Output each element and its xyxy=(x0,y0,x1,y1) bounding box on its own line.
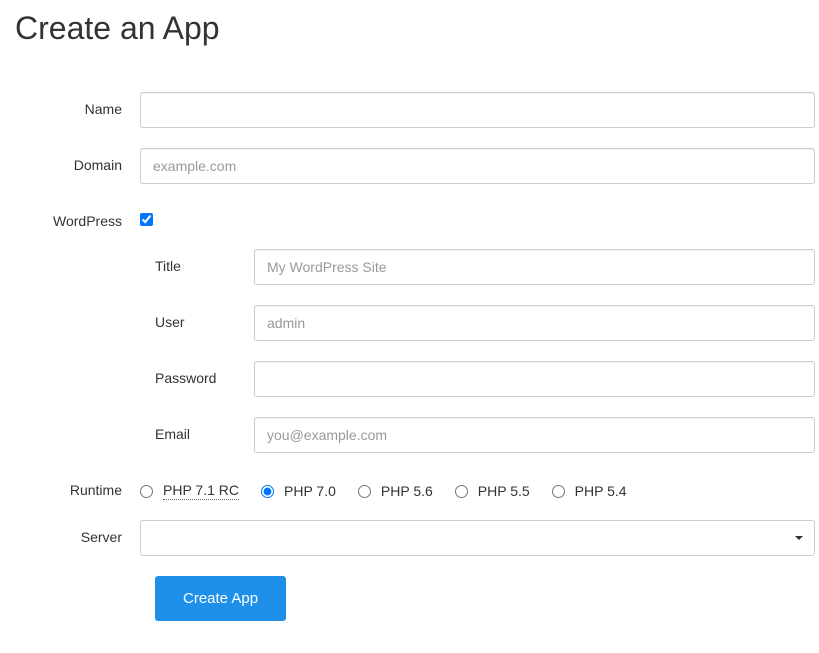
runtime-radio-php70[interactable] xyxy=(261,485,274,498)
runtime-radio-php55[interactable] xyxy=(455,485,468,498)
runtime-radio-label: PHP 5.6 xyxy=(381,483,433,499)
runtime-radio-label: PHP 5.4 xyxy=(575,483,627,499)
runtime-label: Runtime xyxy=(0,473,140,498)
server-label: Server xyxy=(0,520,140,545)
wordpress-checkbox[interactable] xyxy=(140,213,153,226)
domain-input[interactable] xyxy=(140,148,815,184)
runtime-radio-group: PHP 7.1 RC PHP 7.0 PHP 5.6 PHP 5.5 PHP 5… xyxy=(140,473,815,500)
server-select[interactable] xyxy=(140,520,815,556)
name-input[interactable] xyxy=(140,92,815,128)
runtime-radio-label: PHP 7.0 xyxy=(284,483,336,499)
runtime-option-php70[interactable]: PHP 7.0 xyxy=(261,483,336,499)
page-title: Create an App xyxy=(0,0,819,47)
wp-user-input[interactable] xyxy=(254,305,815,341)
wp-title-input[interactable] xyxy=(254,249,815,285)
runtime-radio-label: PHP 5.5 xyxy=(478,483,530,499)
wp-password-label: Password xyxy=(0,361,254,386)
name-label: Name xyxy=(0,92,140,117)
wp-user-label: User xyxy=(0,305,254,330)
wp-title-label: Title xyxy=(0,249,254,274)
wp-password-input[interactable] xyxy=(254,361,815,397)
runtime-radio-php54[interactable] xyxy=(552,485,565,498)
domain-label: Domain xyxy=(0,148,140,173)
runtime-radio-label: PHP 7.1 RC xyxy=(163,482,239,500)
wp-email-label: Email xyxy=(0,417,254,442)
runtime-option-php54[interactable]: PHP 5.4 xyxy=(552,483,627,499)
create-app-button[interactable]: Create App xyxy=(155,576,286,621)
runtime-option-php56[interactable]: PHP 5.6 xyxy=(358,483,433,499)
wordpress-label: WordPress xyxy=(0,204,140,229)
runtime-radio-php71rc[interactable] xyxy=(140,485,153,498)
wp-email-input[interactable] xyxy=(254,417,815,453)
runtime-option-php71rc[interactable]: PHP 7.1 RC xyxy=(140,482,239,500)
create-app-form: Name Domain WordPress Title User xyxy=(0,92,819,621)
runtime-radio-php56[interactable] xyxy=(358,485,371,498)
wordpress-subsection: Title User Password Email xyxy=(0,249,819,453)
runtime-option-php55[interactable]: PHP 5.5 xyxy=(455,483,530,499)
